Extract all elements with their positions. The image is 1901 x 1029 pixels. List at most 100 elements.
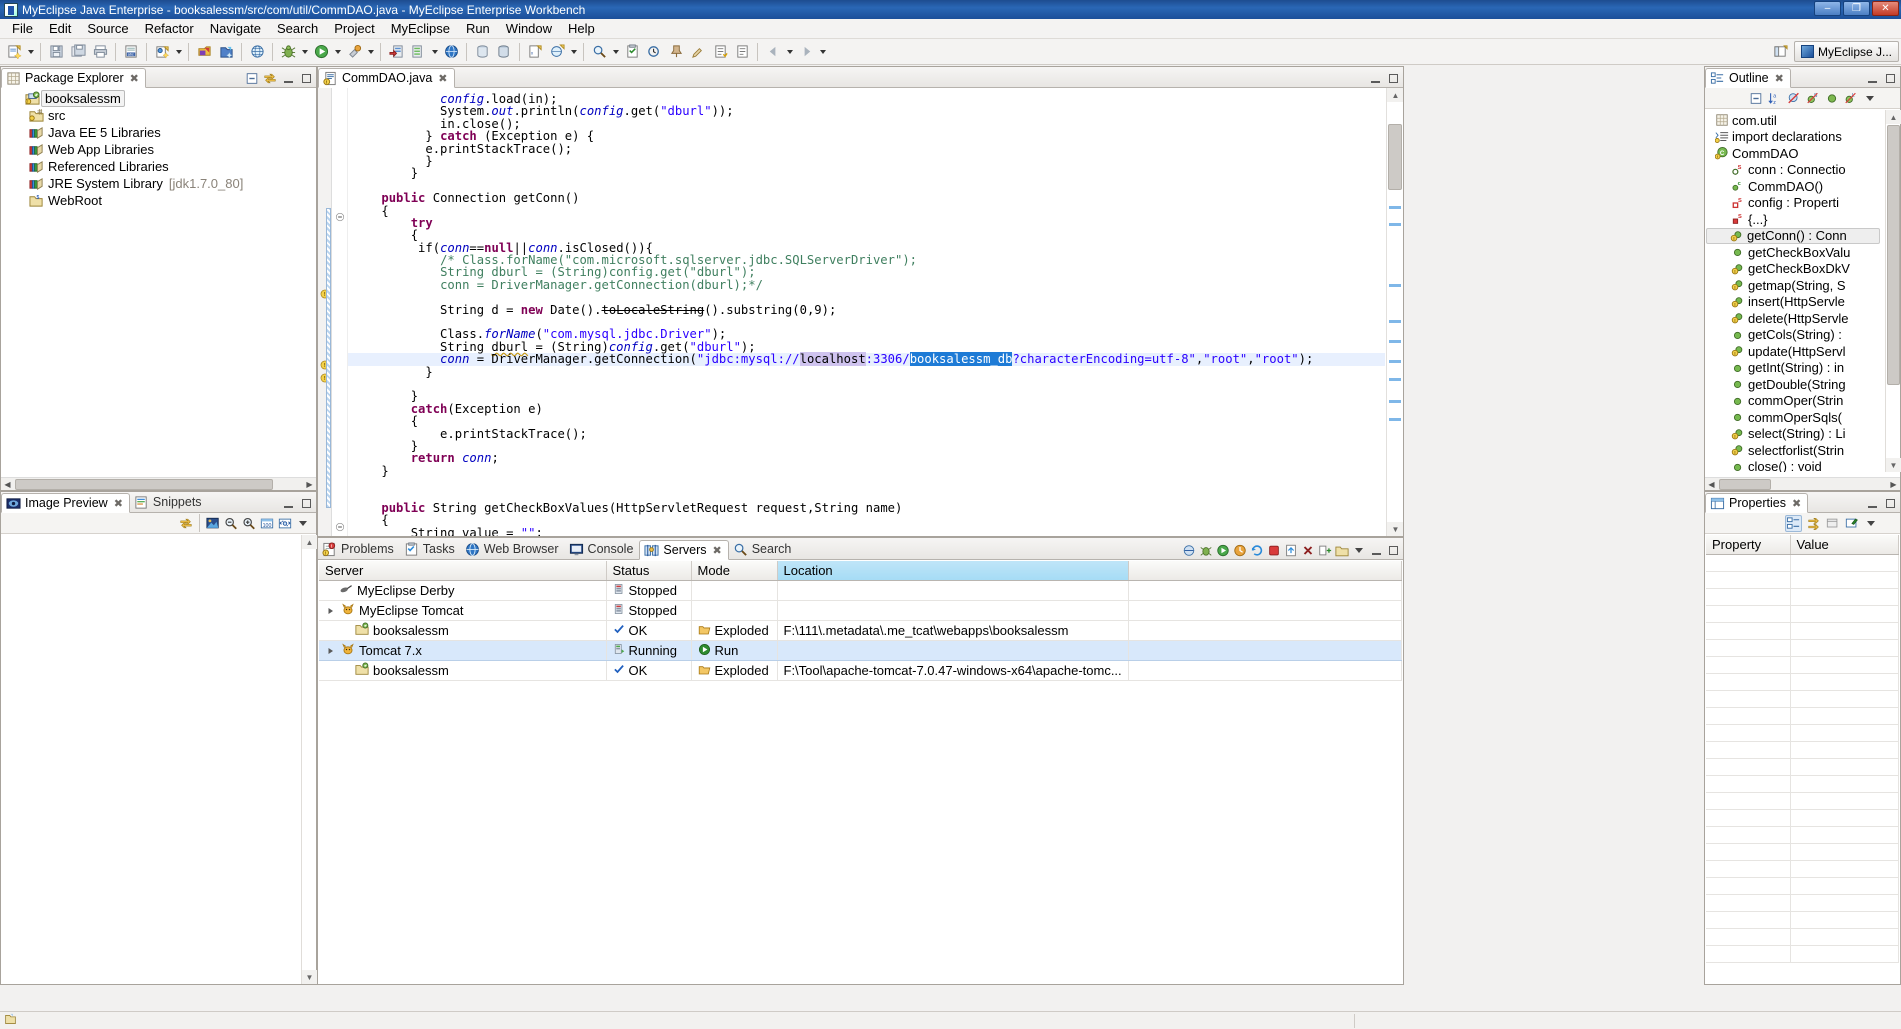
zoom-out-icon[interactable] — [224, 516, 238, 530]
restore-default-icon[interactable] — [1826, 516, 1840, 530]
hscroll-thumb[interactable] — [15, 479, 273, 490]
debug-server-icon[interactable] — [1199, 543, 1213, 557]
profile-server-icon[interactable] — [1233, 543, 1247, 557]
server-dropdown-arrow-icon[interactable] — [429, 42, 440, 62]
menu-navigate[interactable]: Navigate — [202, 19, 269, 38]
outline-item-getcols[interactable]: getCols(String) : — [1706, 327, 1884, 344]
run-icon[interactable] — [311, 42, 331, 62]
public-member-icon[interactable] — [1825, 91, 1839, 105]
code-line[interactable]: { — [348, 204, 1385, 217]
hide-local-icon[interactable]: L — [1844, 91, 1858, 105]
editor-overview-ruler[interactable]: ▲ ▼ — [1386, 88, 1403, 536]
tree-item-web-app-libraries[interactable]: Web App Libraries — [5, 141, 316, 158]
menu-run[interactable]: Run — [458, 19, 498, 38]
outline-item-update[interactable]: ! update(HttpServl — [1706, 343, 1884, 360]
table-row[interactable]: MyEclipse Tomcat Stopped — [319, 600, 1402, 621]
code-line[interactable]: conn = DriverManager.getConnection("jdbc… — [348, 352, 1385, 367]
tab-console[interactable]: Console — [565, 539, 640, 559]
tab-problems[interactable]: !! Problems — [318, 539, 400, 559]
outline-hscrollbar[interactable]: ◀ ▶ — [1705, 477, 1900, 490]
minimize-view-icon[interactable] — [1865, 71, 1879, 85]
previous-annotation-icon[interactable] — [732, 42, 752, 62]
minimize-view-icon[interactable] — [281, 71, 295, 85]
outline-item-delete[interactable]: ! delete(HttpServle — [1706, 310, 1884, 327]
tab-commdao-java[interactable]: ! CommDAO.java ✖ — [318, 68, 455, 88]
outline-item-getcheckboxdkvalues[interactable]: ! getCheckBoxDkV — [1706, 261, 1884, 278]
start-server-icon[interactable] — [1216, 543, 1230, 557]
outline-item-getmap[interactable]: ! getmap(String, S — [1706, 277, 1884, 294]
close-icon[interactable]: ✖ — [1775, 72, 1784, 85]
code-line[interactable]: { — [348, 415, 1385, 428]
new-dropdown-arrow-icon[interactable] — [25, 42, 36, 62]
link-with-editor-icon[interactable] — [263, 71, 277, 85]
maximize-button[interactable]: ❐ — [1843, 1, 1870, 16]
tab-servers[interactable]: Servers ✖ — [639, 540, 729, 560]
show-deployments-icon[interactable] — [1182, 543, 1196, 557]
print-icon[interactable] — [90, 42, 110, 62]
image-preview-vscrollbar[interactable]: ▲ ▼ — [301, 535, 317, 984]
table-row[interactable] — [1706, 911, 1899, 929]
search-icon[interactable] — [589, 42, 609, 62]
outline-item-commdao-constructor[interactable]: c CommDAO() — [1706, 178, 1884, 195]
editor-body[interactable]: ! ! ! config.load(in); System.out.printl… — [318, 88, 1403, 536]
zoom-in-icon[interactable] — [242, 516, 256, 530]
pin-editor-icon[interactable] — [666, 42, 686, 62]
link-with-editor-icon[interactable] — [179, 516, 193, 530]
tree-item-jre-system-library[interactable]: JRE System Library [jdk1.7.0_80] — [5, 175, 316, 192]
external-tools-dropdown-arrow-icon[interactable] — [365, 42, 376, 62]
tab-web-browser[interactable]: Web Browser — [461, 539, 565, 559]
add-remove-projects-icon[interactable] — [1318, 543, 1332, 557]
new-database-icon[interactable] — [472, 42, 492, 62]
code-line[interactable]: } — [348, 155, 1385, 168]
table-row[interactable] — [1706, 877, 1899, 895]
table-row[interactable] — [1706, 775, 1899, 793]
overview-marker[interactable] — [1389, 284, 1401, 287]
tree-item-booksalessm[interactable]: ! booksalessm — [5, 90, 316, 107]
table-row[interactable] — [1706, 571, 1899, 589]
fit-to-window-icon[interactable] — [278, 516, 292, 530]
fold-collapse-icon[interactable] — [335, 520, 345, 535]
outline-item-select[interactable]: ! select(String) : Li — [1706, 426, 1884, 443]
minimize-view-icon[interactable] — [281, 496, 295, 510]
code-line[interactable] — [348, 378, 1385, 390]
expander-collapsed-icon[interactable] — [327, 643, 337, 658]
open-db-browser-icon[interactable] — [494, 42, 514, 62]
menu-myeclipse[interactable]: MyEclipse — [383, 19, 458, 38]
scroll-right-icon[interactable]: ▶ — [1887, 478, 1900, 491]
outline-list[interactable]: com.util import declarations C! CommDAO … — [1706, 110, 1884, 472]
table-row[interactable] — [1706, 894, 1899, 912]
myeclipse-web-icon[interactable] — [441, 42, 461, 62]
table-row[interactable]: MyEclipse Derby Stopped — [319, 580, 1402, 601]
stop-server-icon[interactable] — [1267, 543, 1281, 557]
code-line[interactable] — [348, 291, 1385, 303]
maximize-view-icon[interactable] — [299, 71, 313, 85]
fold-collapse-icon[interactable] — [335, 210, 345, 225]
table-row[interactable] — [1706, 554, 1899, 572]
scroll-left-icon[interactable]: ◀ — [1705, 478, 1718, 491]
code-line[interactable]: } — [348, 167, 1385, 180]
tab-search[interactable]: Search — [729, 539, 798, 559]
menu-refactor[interactable]: Refactor — [137, 19, 202, 38]
last-edit-location-icon[interactable] — [688, 42, 708, 62]
table-row[interactable] — [1706, 860, 1899, 878]
table-row[interactable] — [1706, 724, 1899, 742]
outline-item-close[interactable]: close() : void — [1706, 459, 1884, 472]
sort-icon[interactable]: az — [1768, 91, 1782, 105]
web-dropdown-arrow-icon[interactable] — [568, 42, 579, 62]
close-icon[interactable]: ✖ — [114, 497, 123, 510]
new-xml-icon[interactable]: x — [525, 42, 545, 62]
editor-folding-ruler[interactable] — [332, 88, 348, 536]
close-icon[interactable]: ✖ — [438, 72, 447, 85]
view-menu-icon[interactable] — [1352, 543, 1366, 557]
overview-marker[interactable] — [1389, 378, 1401, 381]
view-menu-icon[interactable] — [1863, 91, 1877, 105]
close-button[interactable]: ✕ — [1872, 1, 1899, 16]
code-line[interactable]: System.out.println(config.get("dburl")); — [348, 105, 1385, 118]
table-row[interactable] — [1706, 707, 1899, 725]
code-line[interactable]: } — [348, 464, 1385, 477]
table-row[interactable] — [1706, 588, 1899, 606]
outline-item-getcheckboxvalues[interactable]: getCheckBoxValu — [1706, 244, 1884, 261]
tab-tasks[interactable]: Tasks — [400, 539, 461, 559]
table-row[interactable] — [1706, 928, 1899, 946]
table-row[interactable] — [1706, 792, 1899, 810]
